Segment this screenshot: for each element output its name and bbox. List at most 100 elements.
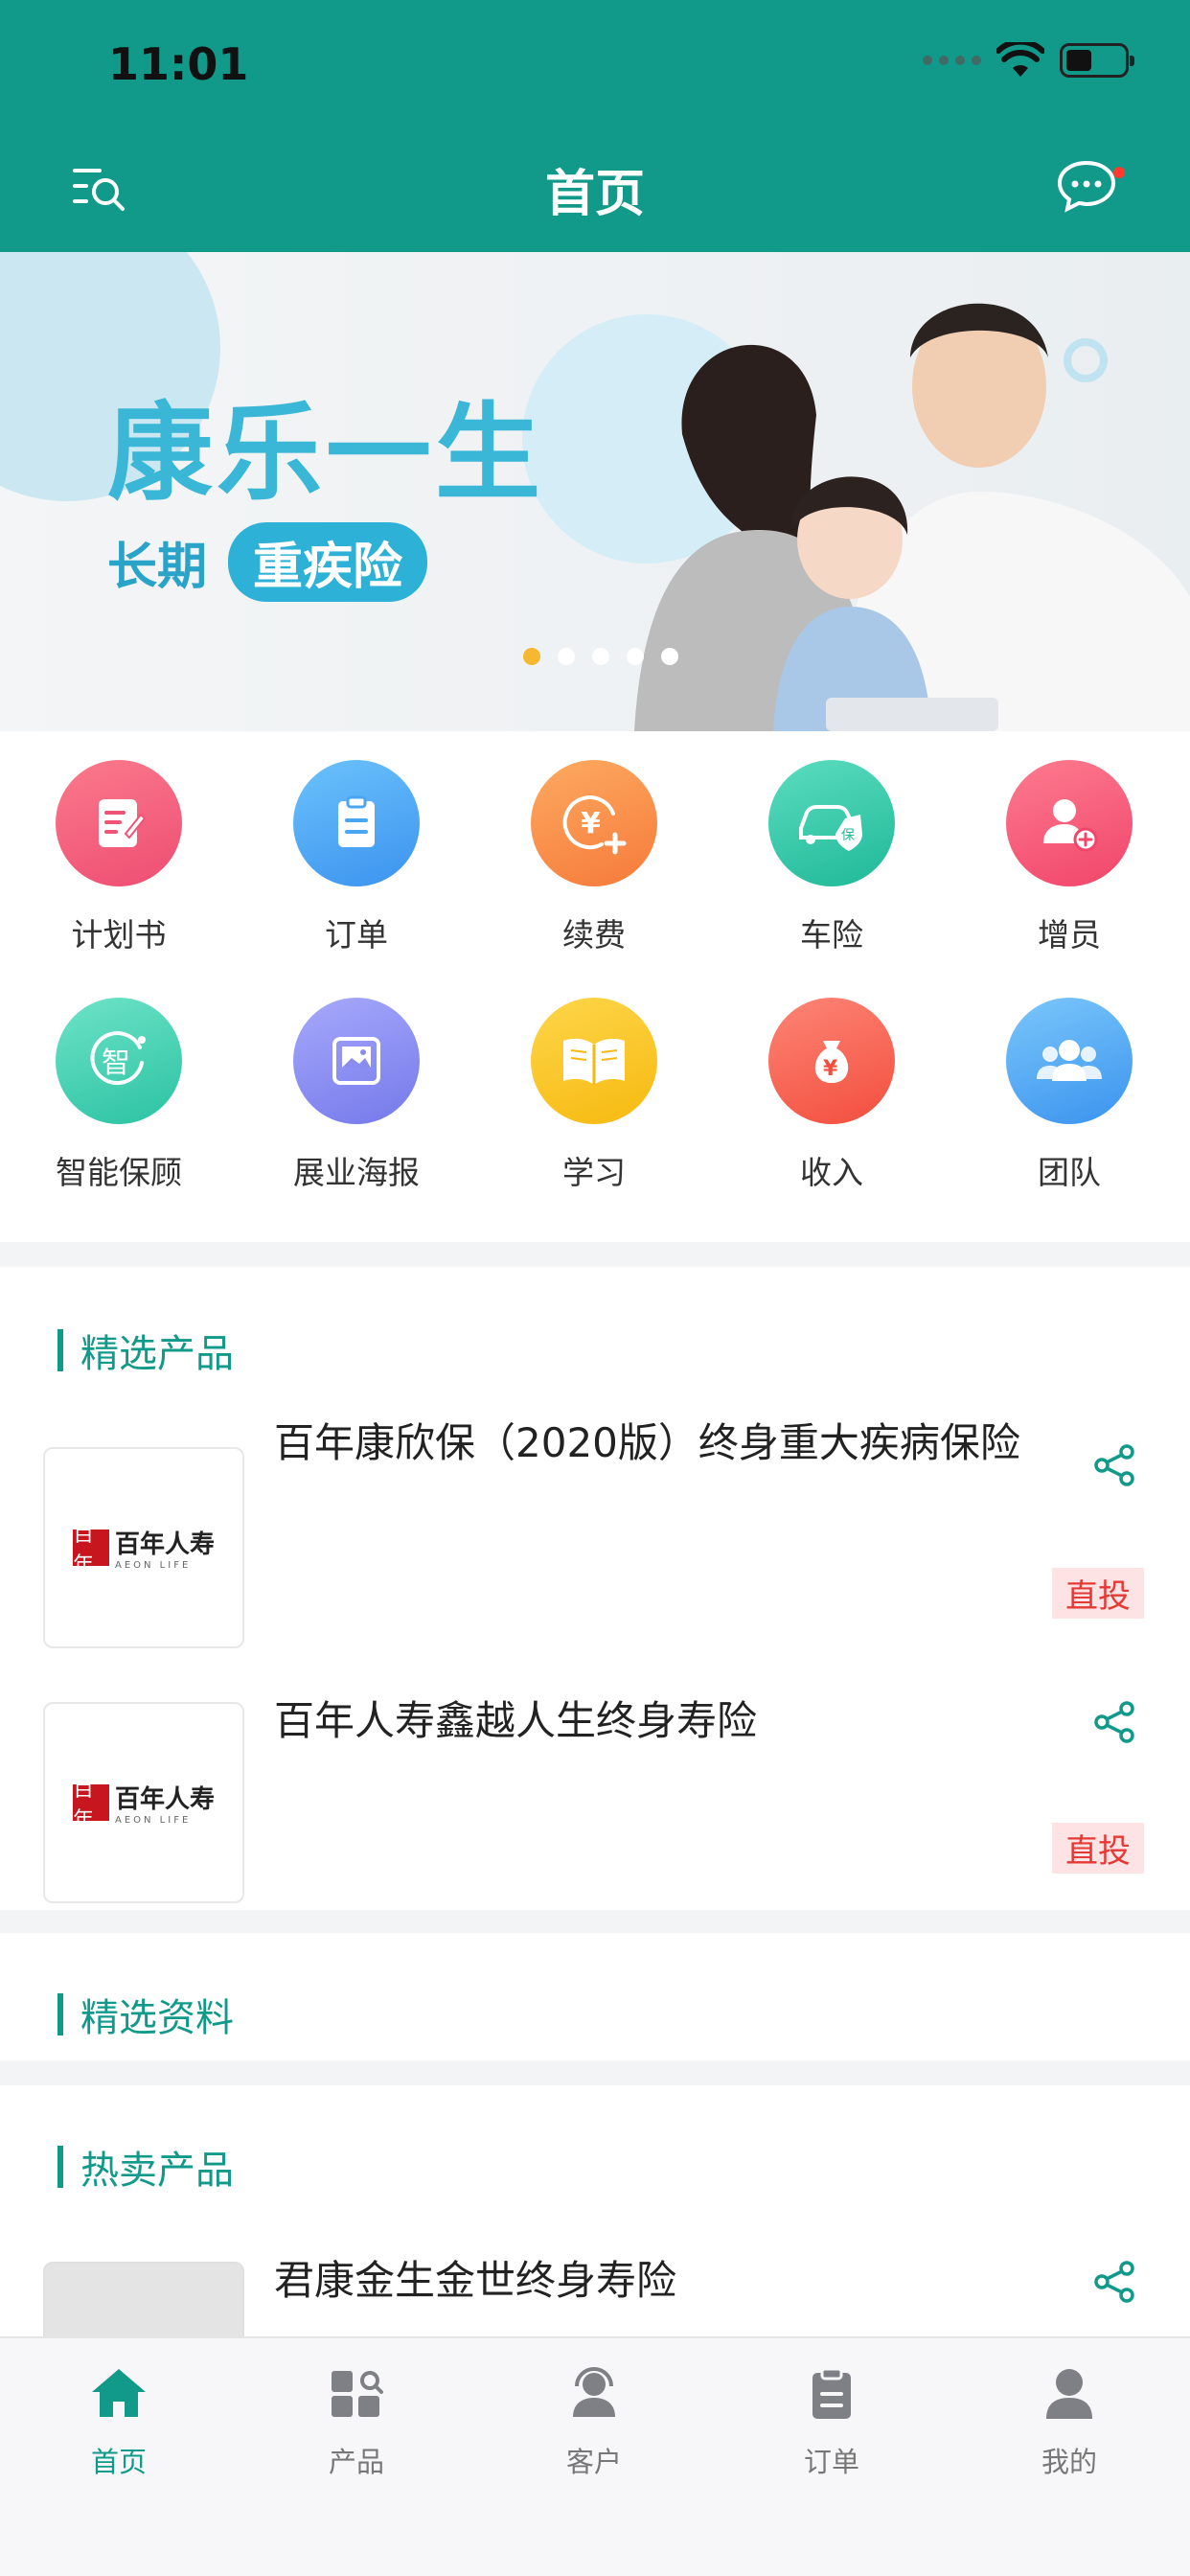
quick-menu-grid: 计划书 订单 ¥ 续费 保 车险 增员 智 智能保顾 展业海报 学习 ¥ 收入 … — [0, 731, 1190, 1242]
quick-item-team[interactable]: 团队 — [950, 998, 1188, 1193]
section-title-text: 精选资料 — [80, 1996, 234, 2040]
tab-label: 产品 — [328, 2446, 384, 2478]
tab-label: 首页 — [90, 2446, 147, 2478]
brand-name-en: AEON LIFE — [114, 1815, 192, 1826]
quick-item-plan[interactable]: 计划书 — [0, 760, 238, 955]
product-name: 百年康欣保（2020版）终身重大疾病保险 — [274, 1419, 1020, 1466]
share-icon — [1094, 1444, 1134, 1486]
share-button[interactable] — [1092, 1700, 1136, 1744]
section-divider — [0, 1242, 1190, 1267]
team-icon — [1006, 998, 1133, 1124]
quick-item-label: 团队 — [1038, 1154, 1101, 1191]
app-root: 11:01 首页 康乐一生 长期 重疾险 计划书 订单 ¥ 续费 保 车险 增员… — [0, 0, 1190, 2576]
section-title-hot-products: 热卖产品 — [57, 2139, 234, 2195]
brand-name-en: AEON LIFE — [114, 1560, 192, 1571]
book-icon — [531, 998, 657, 1124]
customers-icon — [573, 2366, 615, 2417]
share-icon — [1094, 1701, 1134, 1743]
tab-products[interactable]: 产品 — [238, 2363, 475, 2480]
section-accent-bar — [57, 1329, 63, 1371]
page-title: 首页 — [544, 166, 645, 223]
bottom-tab-bar: 首页 产品 客户 订单 我的 — [0, 2336, 1190, 2576]
banner-pill: 重疾险 — [228, 522, 428, 602]
quick-item-recruit[interactable]: 增员 — [950, 760, 1188, 955]
chat-bubble-icon — [1057, 160, 1116, 213]
quick-item-car-insurance[interactable]: 保 车险 — [713, 760, 950, 955]
banner-title: 康乐一生 — [107, 392, 544, 515]
svg-text:¥: ¥ — [581, 807, 601, 840]
wifi-icon — [996, 42, 1044, 77]
tab-customers[interactable]: 客户 — [475, 2363, 713, 2480]
tab-home[interactable]: 首页 — [0, 2363, 238, 2480]
section-title-featured-products: 精选产品 — [57, 1322, 234, 1378]
banner-sub-prefix: 长期 — [107, 539, 208, 596]
unread-dot — [1113, 167, 1125, 178]
brand-mark: 百年 — [72, 1778, 109, 1832]
product-card[interactable]: 百年 百年人寿 AEON LIFE 百年康欣保（2020版）终身重大疾病保险 直投 — [0, 1409, 1190, 1658]
status-icons — [923, 42, 1134, 79]
car-shield-icon: 保 — [768, 760, 895, 886]
poster-image-icon — [293, 998, 420, 1124]
yuan-plus-icon: ¥ — [531, 760, 657, 886]
quick-item-label: 学习 — [562, 1154, 626, 1191]
smart-advisor-icon: 智 — [56, 998, 182, 1124]
order-clipboard-icon — [812, 2367, 851, 2419]
share-button[interactable] — [1092, 2260, 1136, 2304]
product-card[interactable]: 百年 百年人寿 AEON LIFE 百年人寿鑫越人生终身寿险 直投 — [0, 1666, 1190, 1915]
quick-item-label: 计划书 — [71, 916, 167, 954]
banner-dot[interactable] — [558, 648, 575, 665]
product-card[interactable]: 君康金生金世终身寿险 — [0, 2225, 1190, 2336]
banner-dot[interactable] — [592, 648, 609, 665]
share-button[interactable] — [1092, 1443, 1136, 1487]
header: 11:01 首页 — [0, 0, 1190, 252]
product-name: 君康金生金世终身寿险 — [274, 2257, 677, 2304]
money-bag-icon: ¥ — [768, 998, 895, 1124]
plan-doc-icon — [56, 760, 182, 886]
quick-item-order[interactable]: 订单 — [238, 760, 475, 955]
clipboard-icon — [293, 760, 420, 886]
product-logo: 百年 百年人寿 AEON LIFE — [43, 1447, 244, 1648]
section-accent-bar — [57, 2146, 63, 2188]
brand-name: 百年人寿 — [114, 1785, 215, 1814]
banner-subtitle: 长期 重疾险 — [107, 522, 428, 602]
promo-banner[interactable]: 康乐一生 长期 重疾险 — [0, 252, 1190, 731]
quick-item-learning[interactable]: 学习 — [475, 998, 713, 1193]
product-grid-icon — [332, 2371, 383, 2417]
tab-orders[interactable]: 订单 — [713, 2363, 950, 2480]
quick-item-smart-advisor[interactable]: 智 智能保顾 — [0, 998, 238, 1193]
share-icon — [1094, 2261, 1134, 2303]
quick-item-poster[interactable]: 展业海报 — [238, 998, 475, 1193]
tab-label: 订单 — [803, 2446, 859, 2478]
message-button[interactable] — [1056, 159, 1125, 213]
brand-name: 百年人寿 — [114, 1530, 215, 1559]
banner-dot[interactable] — [523, 648, 540, 665]
quick-item-label: 续费 — [562, 916, 626, 954]
status-time: 11:01 — [108, 38, 249, 90]
quick-item-label: 智能保顾 — [56, 1154, 182, 1191]
quick-item-label: 车险 — [800, 916, 863, 954]
signal-icon — [923, 56, 981, 65]
home-icon — [92, 2369, 146, 2417]
product-tag: 直投 — [1052, 1568, 1144, 1619]
section-title-text: 精选产品 — [80, 1332, 234, 1376]
section-divider — [0, 1910, 1190, 1933]
section-divider — [0, 2060, 1190, 2085]
quick-item-income[interactable]: ¥ 收入 — [713, 998, 950, 1193]
banner-dot[interactable] — [661, 648, 678, 665]
banner-pagination — [523, 648, 678, 665]
quick-item-label: 订单 — [325, 916, 388, 954]
tab-label: 客户 — [565, 2446, 622, 2478]
product-name: 百年人寿鑫越人生终身寿险 — [274, 1697, 758, 1744]
section-accent-bar — [57, 1993, 63, 2036]
add-user-icon — [1006, 760, 1133, 886]
section-title-text: 热卖产品 — [80, 2149, 234, 2193]
battery-icon — [1060, 43, 1134, 78]
svg-text:智: 智 — [102, 1046, 130, 1080]
svg-text:¥: ¥ — [823, 1057, 838, 1081]
quick-item-renewal[interactable]: ¥ 续费 — [475, 760, 713, 955]
quick-item-label: 增员 — [1038, 916, 1101, 954]
banner-dot[interactable] — [627, 648, 644, 665]
brand-mark: 百年 — [72, 1523, 109, 1577]
quick-item-label: 收入 — [800, 1154, 863, 1191]
tab-profile[interactable]: 我的 — [950, 2363, 1188, 2480]
